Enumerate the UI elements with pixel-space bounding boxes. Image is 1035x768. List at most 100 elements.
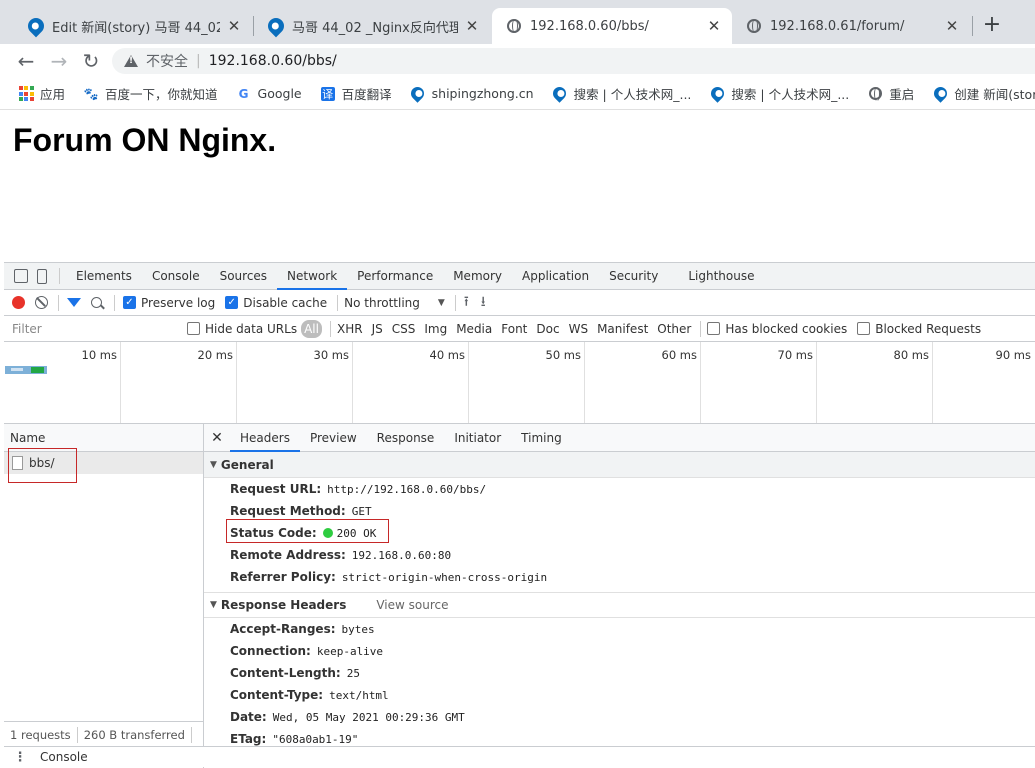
view-source-link[interactable]: View source: [376, 598, 448, 612]
filter-css[interactable]: CSS: [392, 322, 416, 336]
timeline-tick-label: 40 ms: [429, 348, 465, 362]
blocked-requests-label: Blocked Requests: [875, 321, 982, 336]
throttling-select[interactable]: No throttling ▼: [344, 296, 455, 310]
highlight-box: [226, 519, 389, 543]
tab-lighthouse[interactable]: Lighthouse: [678, 263, 764, 290]
record-icon[interactable]: [12, 296, 25, 309]
filter-js[interactable]: JS: [372, 322, 383, 336]
search-icon[interactable]: [91, 297, 102, 308]
close-tab-icon[interactable]: ✕: [944, 17, 960, 35]
close-tab-icon[interactable]: ✕: [464, 17, 480, 35]
response-headers-section-header[interactable]: ▼ Response Headers View source: [204, 592, 1035, 618]
import-har-icon[interactable]: ⭱: [464, 291, 469, 315]
url-text[interactable]: 192.168.0.60/bbs/: [209, 53, 337, 69]
new-tab-button[interactable]: +: [980, 13, 1004, 37]
grid-line: [584, 342, 585, 423]
tab-sources[interactable]: Sources: [210, 263, 277, 290]
bookmark-shipingzhong[interactable]: shipingzhong.cn: [408, 84, 534, 103]
clear-icon[interactable]: [35, 296, 48, 309]
timeline-tick-label: 70 ms: [777, 348, 813, 362]
divider: [329, 320, 331, 337]
header-value: 25: [346, 666, 360, 680]
header-value: http://192.168.0.60/bbs/: [327, 482, 487, 496]
bookmark-label: 应用: [40, 87, 66, 102]
request-list: Name bbs/ 1 requests 260 B transferred: [4, 424, 204, 768]
bookmark-search-2[interactable]: 搜索 | 个人技术网_...: [708, 84, 849, 103]
header-value: "608a0ab1-19": [272, 732, 359, 746]
tab-timing[interactable]: Timing: [511, 424, 572, 452]
bookmark-restart[interactable]: 重启: [867, 84, 914, 103]
hide-data-urls-label: Hide data URLs: [205, 321, 298, 336]
filter-media[interactable]: Media: [456, 322, 492, 336]
blocked-requests-checkbox[interactable]: [857, 322, 871, 335]
general-section-header[interactable]: ▼ General: [204, 452, 1035, 478]
filter-xhr[interactable]: XHR: [337, 322, 363, 336]
divider: [58, 294, 59, 311]
reload-icon[interactable]: ↻: [79, 49, 103, 73]
header-value: bytes: [341, 622, 375, 636]
tab-title: Edit 新闻(story) 马哥 44_02 _Ng: [52, 20, 220, 36]
tab-network[interactable]: Network: [277, 263, 348, 290]
more-options-icon[interactable]: ⋮: [10, 750, 30, 765]
bookmark-baidu-translate[interactable]: 译 百度翻译: [320, 84, 392, 103]
tab-security[interactable]: Security: [599, 263, 668, 290]
header-key: Date:: [230, 710, 267, 724]
filter-input[interactable]: Filter: [7, 319, 177, 339]
header-row: Remote Address: 192.168.0.60:80: [204, 544, 1035, 566]
export-har-icon[interactable]: ⭳: [481, 291, 486, 315]
bookmark-baidu[interactable]: 🐾 百度一下，你就知道: [83, 84, 218, 103]
back-arrow-icon[interactable]: ←: [14, 49, 38, 73]
tab-elements[interactable]: Elements: [66, 263, 142, 290]
tab-console[interactable]: Console: [142, 263, 210, 290]
disable-cache-checkbox[interactable]: ✓: [225, 296, 239, 309]
filter-ws[interactable]: WS: [569, 322, 588, 336]
browser-tab-2[interactable]: 马哥 44_02 _Nginx反向代理、负 ✕: [254, 8, 490, 44]
filter-other[interactable]: Other: [657, 322, 691, 336]
close-details-icon[interactable]: ✕: [204, 430, 230, 446]
header-row: ETag: "608a0ab1-19": [204, 728, 1035, 747]
has-blocked-cookies-checkbox[interactable]: [707, 322, 721, 335]
tab-headers[interactable]: Headers: [230, 424, 300, 452]
filter-img[interactable]: Img: [424, 322, 447, 336]
not-secure-label[interactable]: 不安全: [146, 51, 188, 71]
divider: |: [196, 53, 201, 69]
tab-application[interactable]: Application: [512, 263, 599, 290]
filter-funnel-icon[interactable]: [67, 298, 81, 307]
hide-data-urls-checkbox[interactable]: [187, 322, 200, 335]
device-toolbar-icon[interactable]: [37, 268, 47, 284]
tab-initiator[interactable]: Initiator: [444, 424, 511, 452]
preserve-log-checkbox[interactable]: ✓: [123, 296, 136, 309]
close-tab-icon[interactable]: ✕: [226, 17, 242, 35]
grid-line: [236, 342, 237, 423]
tab-response[interactable]: Response: [367, 424, 445, 452]
bookmark-apps[interactable]: 应用: [18, 84, 65, 103]
filter-all-button[interactable]: All: [301, 319, 322, 338]
close-tab-icon[interactable]: ✕: [706, 17, 722, 35]
tab-title: 192.168.0.60/bbs/: [530, 18, 649, 34]
grid-line: [700, 342, 701, 423]
filter-manifest[interactable]: Manifest: [597, 322, 648, 336]
filter-font[interactable]: Font: [501, 322, 527, 336]
tab-performance[interactable]: Performance: [347, 263, 443, 290]
header-key: Accept-Ranges:: [230, 622, 336, 636]
has-blocked-cookies-label: Has blocked cookies: [725, 321, 848, 336]
tab-preview[interactable]: Preview: [300, 424, 367, 452]
globe-icon: [506, 18, 522, 34]
address-bar[interactable]: 不安全 | 192.168.0.60/bbs/: [112, 48, 1035, 74]
forward-arrow-icon[interactable]: →: [47, 49, 71, 73]
bookmark-google[interactable]: G Google: [236, 86, 302, 102]
grid-line: [932, 342, 933, 423]
drawer-console-tab[interactable]: Console: [40, 750, 88, 764]
filter-doc[interactable]: Doc: [536, 322, 559, 336]
bookmark-create-story[interactable]: 创建 新闻(story) |...: [931, 84, 1035, 103]
browser-tab-1[interactable]: Edit 新闻(story) 马哥 44_02 _Ng ✕: [14, 8, 252, 44]
header-row: Connection: keep-alive: [204, 640, 1035, 662]
browser-tab-3-active[interactable]: 192.168.0.60/bbs/ ✕: [492, 8, 732, 44]
bookmark-search-1[interactable]: 搜索 | 个人技术网_...: [550, 84, 691, 103]
timeline-overview[interactable]: 10 ms 20 ms 30 ms 40 ms 50 ms 60 ms 70 m…: [4, 342, 1035, 424]
tab-memory[interactable]: Memory: [443, 263, 512, 290]
inspect-element-icon[interactable]: [14, 269, 28, 283]
browser-tab-4[interactable]: 192.168.0.61/forum/ ✕: [732, 8, 970, 44]
warning-icon[interactable]: [124, 55, 138, 67]
waterfall-bar: [5, 366, 47, 374]
